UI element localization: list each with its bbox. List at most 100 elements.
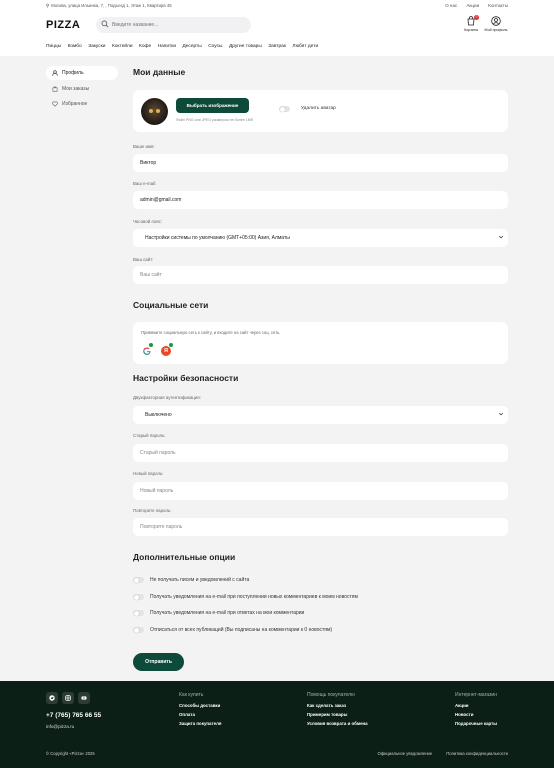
search-icon bbox=[101, 20, 109, 28]
repeat-password-field[interactable] bbox=[133, 518, 508, 536]
footer-link[interactable]: Новости bbox=[455, 712, 497, 717]
old-password-field[interactable] bbox=[133, 444, 508, 462]
nav-item[interactable]: Завтрак bbox=[268, 44, 286, 49]
delete-avatar-label: Удалить аватар bbox=[301, 106, 336, 111]
choose-image-button[interactable]: Выбрать изображение bbox=[176, 98, 249, 113]
box-icon bbox=[52, 86, 58, 92]
footer-link[interactable]: Акции bbox=[455, 703, 497, 708]
google-icon bbox=[143, 347, 151, 355]
new-password-field[interactable] bbox=[133, 482, 508, 500]
footer-col-title: Помощь покупателю bbox=[307, 692, 355, 698]
profile-icon bbox=[491, 16, 501, 26]
youtube-icon bbox=[81, 696, 87, 700]
nav-item[interactable]: Комбо bbox=[68, 44, 82, 49]
option-label: Получать уведомления на e-mail при ответ… bbox=[150, 610, 305, 616]
twofa-value: Выключено bbox=[145, 412, 172, 418]
top-link-contacts[interactable]: Контакты bbox=[488, 3, 508, 8]
option-toggle[interactable] bbox=[133, 577, 144, 583]
footer-social-instagram[interactable] bbox=[62, 692, 74, 704]
footer-link[interactable]: Защита покупателя bbox=[179, 721, 221, 726]
old-password-label: Старый пароль: bbox=[133, 433, 166, 438]
category-nav: Пиццы Комбо Закуски Коктейли Кофе Напитк… bbox=[46, 44, 318, 49]
avatar bbox=[141, 98, 168, 125]
name-label: Ваше имя: bbox=[133, 144, 155, 149]
footer-col-title: Как купить bbox=[179, 692, 204, 698]
nav-item[interactable]: Закуски bbox=[88, 44, 105, 49]
google-login-button[interactable] bbox=[142, 346, 152, 356]
submit-button[interactable]: Отправить bbox=[133, 653, 184, 671]
profile-section-title: Мои данные bbox=[133, 67, 186, 77]
nav-item[interactable]: Пиццы bbox=[46, 44, 61, 49]
option-toggle[interactable] bbox=[133, 627, 144, 633]
footer-link[interactable]: Оплата bbox=[179, 712, 221, 717]
top-links: О нас Акции Контакты bbox=[445, 3, 508, 8]
site-field[interactable] bbox=[133, 266, 508, 284]
nav-item[interactable]: Коктейли bbox=[112, 44, 133, 49]
avatar-eye bbox=[149, 109, 153, 113]
delivery-address[interactable]: ⚲ Москва, улица Ильинка, 7, , Подъезд 1, … bbox=[46, 3, 172, 9]
nav-item[interactable]: Любят дети bbox=[292, 44, 318, 49]
footer-link[interactable]: Как сделать заказ bbox=[307, 703, 368, 708]
security-section-title: Настройки безопасности bbox=[133, 373, 239, 383]
site-input[interactable] bbox=[140, 272, 508, 278]
footer-col-how-to-buy: Как купить Способы доставки Оплата Защит… bbox=[179, 692, 221, 731]
new-password-input[interactable] bbox=[140, 488, 508, 494]
footer-col-title: Интернет-магазин bbox=[455, 692, 497, 698]
footer-phone[interactable]: +7 (765) 765 66 55 bbox=[46, 712, 101, 719]
header: ⚲ Москва, улица Ильинка, 7, , Подъезд 1, … bbox=[0, 0, 554, 56]
profile-button[interactable]: Мой профиль bbox=[484, 16, 508, 32]
repeat-password-input[interactable] bbox=[140, 524, 508, 530]
footer-col-shop: Интернет-магазин Акции Новости Подарочны… bbox=[455, 692, 497, 731]
avatar-eye bbox=[156, 109, 160, 113]
top-link-about[interactable]: О нас bbox=[445, 3, 457, 8]
yandex-icon: Я bbox=[164, 348, 168, 354]
footer-link[interactable]: Способы доставки bbox=[179, 703, 221, 708]
name-value: Виктор bbox=[140, 160, 157, 166]
cart-button[interactable]: 0 Корзина bbox=[462, 15, 480, 32]
delete-avatar-toggle[interactable] bbox=[279, 106, 290, 112]
sidebar-item-label: Профиль bbox=[62, 70, 84, 76]
nav-item[interactable]: Кофе bbox=[139, 44, 151, 49]
sidebar-item-profile[interactable]: Профиль bbox=[46, 66, 118, 80]
footer-email[interactable]: info@pizza.ru bbox=[46, 724, 74, 729]
instagram-icon bbox=[65, 695, 71, 701]
top-link-promo[interactable]: Акции bbox=[466, 3, 479, 8]
footer-link[interactable]: Условия возврата и обмена bbox=[307, 721, 368, 726]
location-pin-icon: ⚲ bbox=[46, 3, 50, 8]
sidebar-item-label: Избранное bbox=[62, 101, 88, 107]
heart-icon bbox=[52, 101, 58, 107]
twofa-select[interactable]: Выключено bbox=[133, 406, 508, 424]
footer-link[interactable]: Примерим товары bbox=[307, 712, 368, 717]
sidebar-item-orders[interactable]: Мои заказы bbox=[46, 82, 118, 96]
footer-agreement-link[interactable]: Официальное уведомление bbox=[377, 751, 432, 756]
option-toggle[interactable] bbox=[133, 594, 144, 600]
option-toggle[interactable] bbox=[133, 610, 144, 616]
timezone-select[interactable]: Настройки системы по умолчанию (GMT+05:0… bbox=[133, 229, 508, 247]
social-section-title: Социальные сети bbox=[133, 300, 209, 310]
footer-legal-links: Официальное уведомление Политика конфиде… bbox=[377, 751, 508, 756]
options-section-title: Дополнительные опции bbox=[133, 552, 236, 562]
nav-item[interactable]: Напитки bbox=[158, 44, 176, 49]
nav-item[interactable]: Соусы bbox=[208, 44, 222, 49]
search-input[interactable] bbox=[112, 20, 242, 30]
new-password-label: Новый пароль: bbox=[133, 471, 164, 476]
option-row: Не получать писем и уведомлений с сайта bbox=[133, 577, 249, 583]
footer-link[interactable]: Подарочные карты bbox=[455, 721, 497, 726]
social-card: Привяжите социальную сеть к сайту, и вхо… bbox=[133, 322, 508, 364]
email-field[interactable]: admin@gmail.com bbox=[133, 191, 508, 209]
sidebar-item-favorites[interactable]: Избранное bbox=[46, 97, 118, 111]
nav-item[interactable]: Десерты bbox=[183, 44, 202, 49]
yandex-login-button[interactable]: Я bbox=[161, 346, 171, 356]
option-row: Получать уведомления на e-mail при посту… bbox=[133, 594, 358, 600]
telegram-icon bbox=[49, 695, 55, 701]
twofa-label: Двухфакторная аутентификация: bbox=[133, 395, 201, 400]
option-row: Отписаться от всех публикаций (Вы подпис… bbox=[133, 627, 332, 633]
footer-social-youtube[interactable] bbox=[78, 692, 90, 704]
footer-social-telegram[interactable] bbox=[46, 692, 58, 704]
nav-item[interactable]: Другие товары bbox=[229, 44, 262, 49]
logo[interactable]: PIZZA bbox=[46, 19, 80, 31]
name-field[interactable]: Виктор bbox=[133, 154, 508, 172]
old-password-input[interactable] bbox=[140, 450, 508, 456]
footer-privacy-link[interactable]: Политика конфиденциальности bbox=[446, 751, 508, 756]
profile-label: Мой профиль bbox=[484, 28, 508, 32]
